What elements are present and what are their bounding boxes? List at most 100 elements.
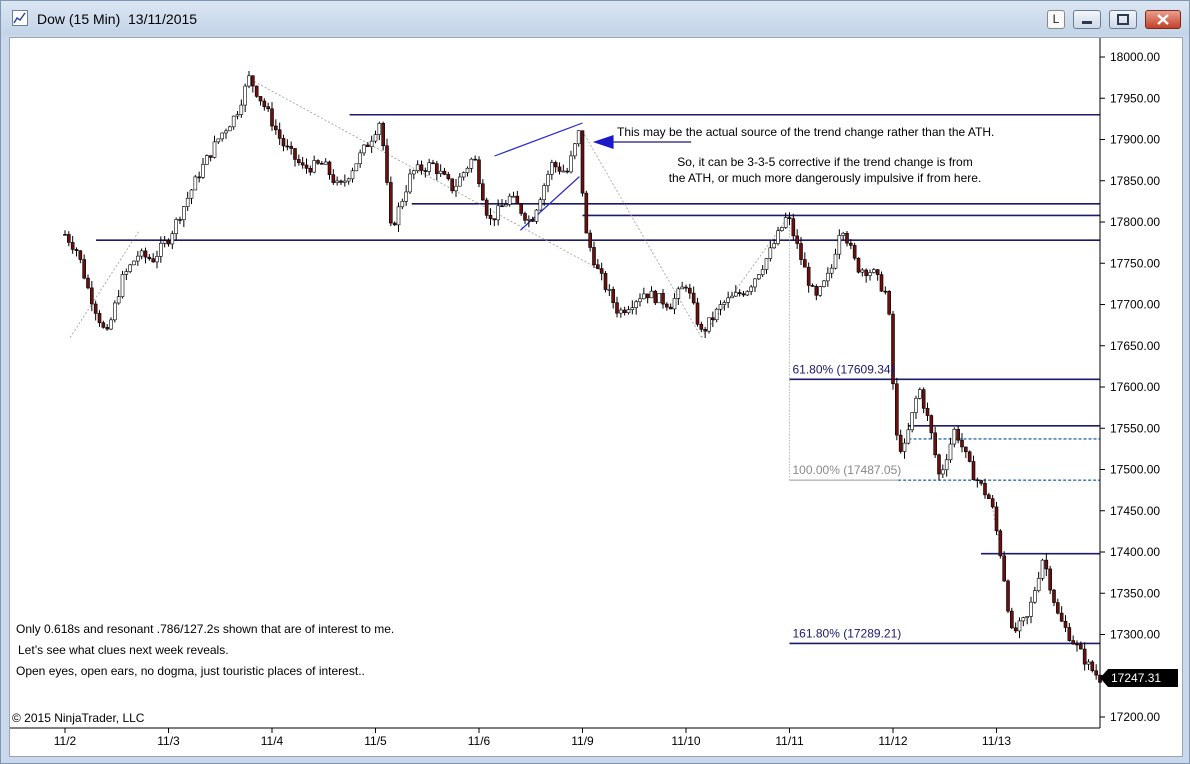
arrow-head-icon [592,134,614,149]
candle-body [224,130,228,134]
minimize-button[interactable] [1073,10,1101,29]
candle-body [159,242,163,257]
candle-body [527,219,531,221]
y-tick-label: 17550.00 [1110,421,1160,435]
candle-body [147,256,152,260]
x-tick-label: 11/4 [261,734,284,748]
title-bar[interactable]: Dow (15 Min) 13/11/2015 L [1,1,1189,35]
candle-body [983,483,987,496]
candle-body [1021,617,1026,622]
candle-body [369,140,374,147]
candle-body [979,480,983,484]
candle-body [1067,627,1072,641]
candle-body [799,243,803,260]
candle-body [688,287,692,294]
candle-body [500,205,504,208]
candle-body [902,442,907,452]
y-tick-label: 17700.00 [1110,298,1160,312]
candle-body [113,302,117,321]
candle-body [757,274,761,280]
candle-body [408,173,412,193]
candle-body [450,178,454,192]
y-tick-label: 17650.00 [1110,339,1160,353]
candle-body [680,286,684,290]
candle-body [1017,620,1022,632]
candle-body [1010,610,1014,629]
candle-body [281,138,286,147]
candle-body [745,291,750,296]
chart-app-icon [12,10,28,26]
candle-body [557,166,562,172]
candle-body [300,162,305,166]
candle-body [74,249,79,251]
candle-body [879,274,884,292]
candle-body [561,170,566,173]
maximize-button[interactable] [1109,10,1137,29]
candle-body [182,206,186,221]
candle-body [139,250,144,257]
candle-body [392,222,397,226]
candle-body [247,75,251,87]
candle-body [488,215,493,219]
candle-body [734,292,738,297]
candle-body [630,307,635,310]
candle-body [814,286,819,296]
candle-body [948,443,953,461]
candle-body [952,428,957,445]
candle-body [918,389,922,399]
candle-body [672,298,677,310]
candle-body [523,213,527,221]
candle-body [124,271,129,275]
close-button[interactable] [1145,10,1181,29]
candle-body [484,199,489,216]
candle-body [787,217,792,219]
candle-body [565,170,569,173]
fib-label: 61.80% (17609.34) [793,362,895,376]
candle-body [691,292,696,304]
candle-body [703,329,707,332]
candle-body [419,164,424,171]
y-tick-label: 17900.00 [1110,133,1160,147]
x-tick-label: 11/3 [157,734,180,748]
candle-body [320,163,324,165]
candle-body [304,164,309,169]
candle-body [350,170,355,180]
candle-body [1029,601,1033,617]
window-title: Dow (15 Min) 13/11/2015 [37,11,198,27]
candle-body [818,286,822,296]
candle-body [343,180,347,183]
candle-body [661,293,665,305]
candle-body [1079,644,1083,650]
candle-body [653,290,658,304]
candle-body [573,143,577,157]
price-chart[interactable]: This may be the actual source of the tre… [10,38,1182,756]
candle-body [795,235,799,244]
candle-body [316,160,320,164]
y-tick-label: 17800.00 [1110,215,1160,229]
candle-body [270,108,274,127]
candle-body [1090,661,1095,672]
candle-body [810,285,815,287]
candle-body [638,298,642,303]
candle-body [155,256,159,263]
candle-body [803,259,807,268]
candle-body [550,162,554,175]
candle-body [228,126,232,132]
candle-body [446,174,451,180]
candle-body [849,242,853,246]
candle-body [82,259,86,279]
link-button[interactable]: L [1047,10,1065,29]
candle-body [872,269,876,273]
chart-panel[interactable]: This may be the actual source of the tre… [9,37,1183,757]
candle-body [1033,590,1037,603]
candle-body [174,219,178,234]
candle-body [354,163,359,172]
candle-body [335,180,339,183]
dotted-trend-line [69,230,140,338]
candle-body [327,161,332,175]
candle-body [1044,559,1049,570]
candle-body [1063,620,1068,628]
candle-body [201,164,205,178]
candle-body [941,469,945,475]
candle-body [530,219,535,222]
